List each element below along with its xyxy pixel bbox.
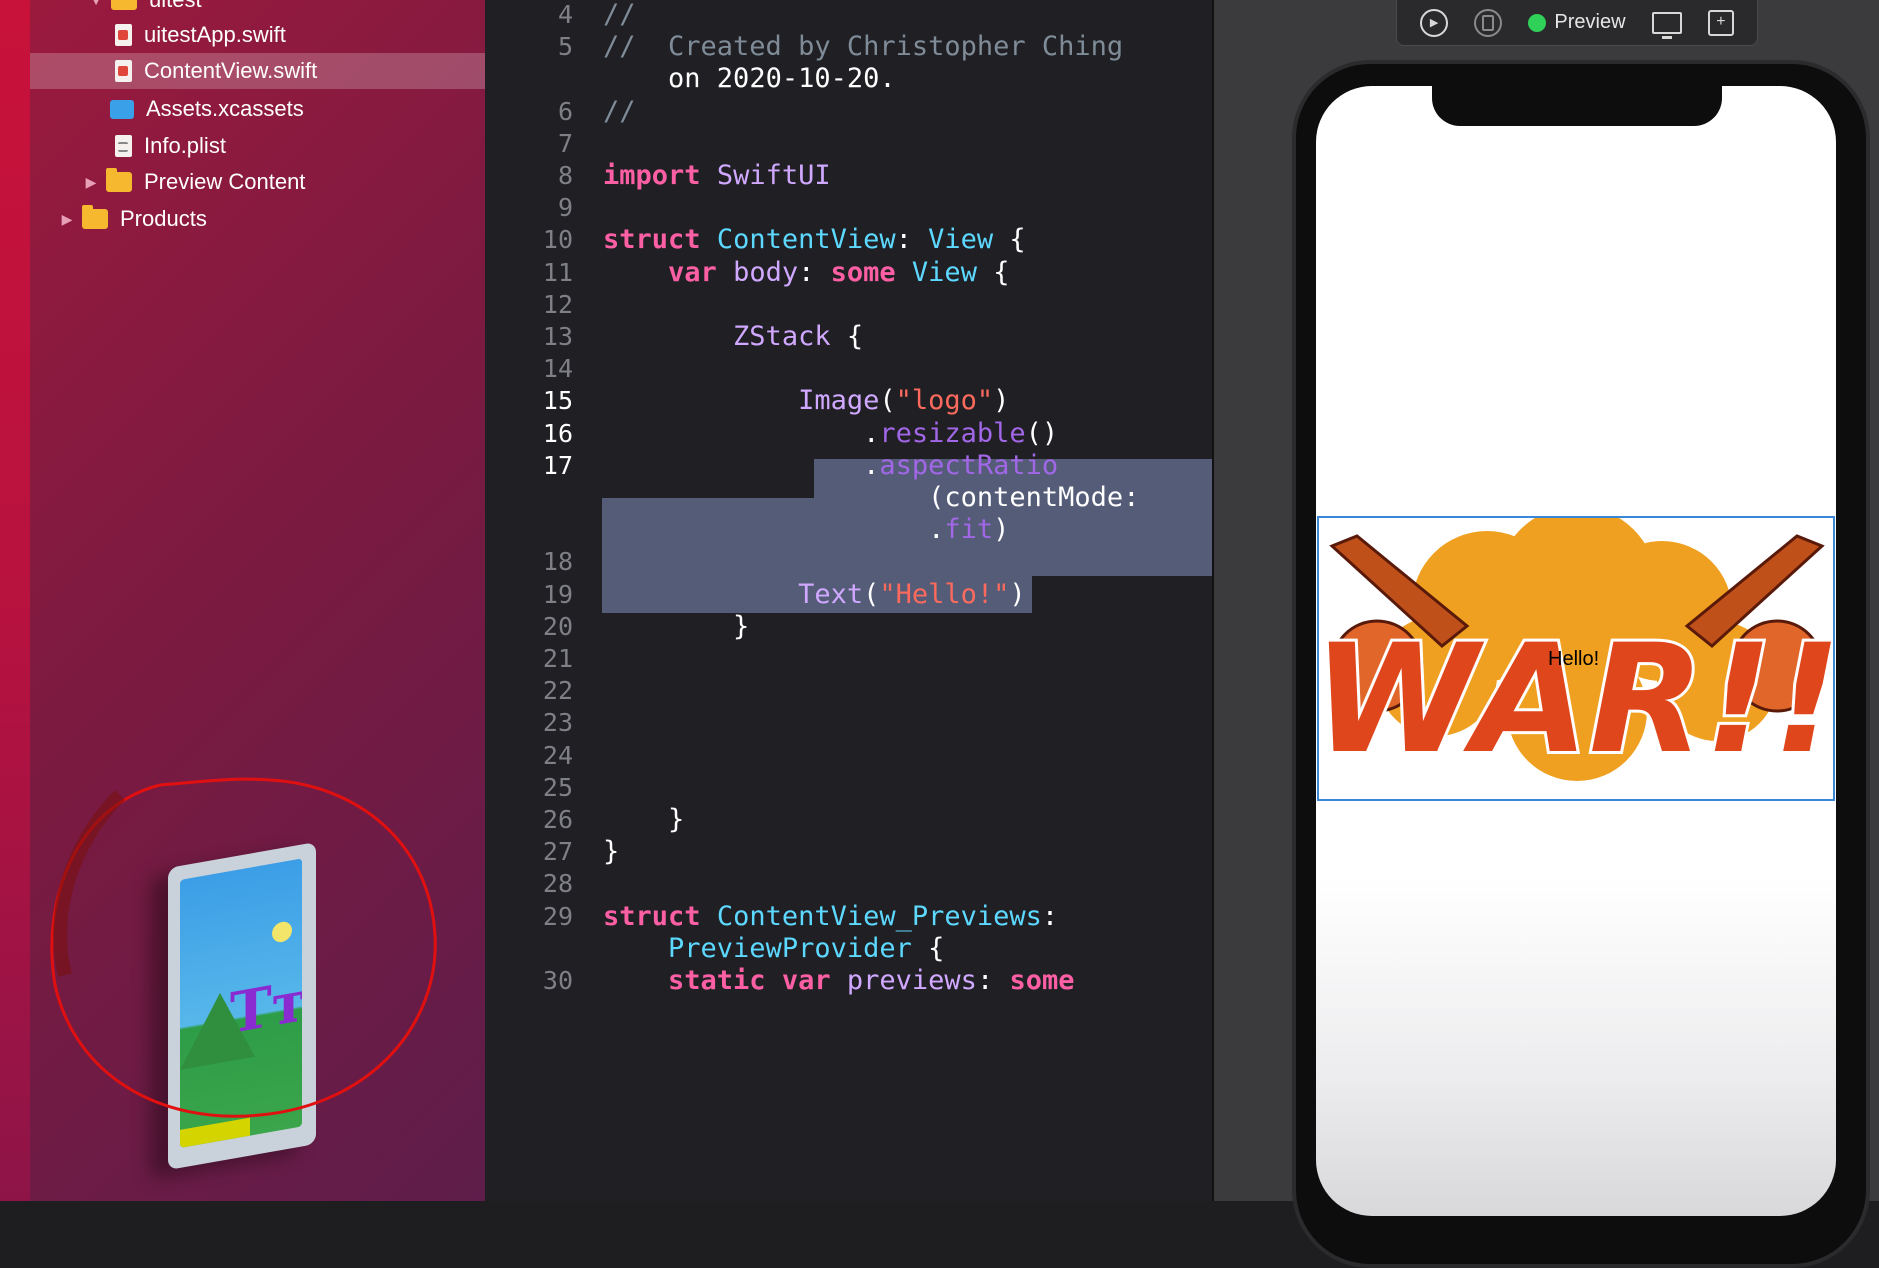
disclosure-closed-icon[interactable]: ▶ bbox=[80, 174, 102, 191]
swift-file-icon bbox=[115, 60, 132, 82]
nav-item-label: uitest bbox=[149, 0, 202, 13]
sidebar-edge bbox=[0, 0, 30, 1201]
device-icon bbox=[1474, 8, 1503, 37]
nav-item-label: uitestApp.swift bbox=[144, 22, 286, 47]
nav-item-preview-content[interactable]: ▶ Preview Content bbox=[80, 164, 305, 200]
plist-file-icon bbox=[115, 135, 132, 157]
device-notch bbox=[1432, 84, 1722, 126]
project-navigator: ▼ uitest uitestApp.swift ContentView.swi… bbox=[0, 0, 485, 1201]
folder-icon bbox=[82, 205, 108, 229]
nav-item-label: Products bbox=[120, 206, 207, 231]
asset-catalog-icon bbox=[110, 99, 134, 119]
hello-text[interactable]: Hello! bbox=[1548, 648, 1599, 671]
swift-file-icon bbox=[115, 24, 132, 46]
folder-icon bbox=[106, 168, 132, 192]
dragged-image-asset[interactable]: Tт bbox=[168, 841, 316, 1171]
nav-item-assets[interactable]: Assets.xcassets bbox=[110, 91, 304, 127]
nav-item-label: Assets.xcassets bbox=[146, 96, 304, 121]
nav-item-products[interactable]: ▶ Products bbox=[56, 201, 207, 237]
source-editor[interactable]: 4//5// Created by Christopher Ching on 2… bbox=[485, 0, 1214, 1201]
live-preview-button[interactable]: ▶ bbox=[1420, 8, 1449, 37]
duplicate-preview-button[interactable]: + bbox=[1707, 9, 1734, 36]
nav-item-contentview-swift[interactable]: ContentView.swift bbox=[30, 53, 485, 89]
disclosure-open-icon[interactable]: ▼ bbox=[85, 0, 107, 8]
nav-item-uitestapp-swift[interactable]: uitestApp.swift bbox=[115, 17, 485, 53]
nav-item-label: ContentView.swift bbox=[144, 58, 318, 83]
line-number: 30 bbox=[542, 966, 573, 995]
inspect-preview-button[interactable] bbox=[1651, 11, 1682, 39]
nav-item-label: Preview Content bbox=[144, 169, 306, 194]
nav-item-info-plist[interactable]: Info.plist bbox=[115, 128, 226, 164]
monitor-icon bbox=[1651, 11, 1682, 39]
code-text[interactable]: static var previews: some bbox=[603, 961, 1074, 1000]
nav-item-label: Info.plist bbox=[144, 133, 226, 158]
preview-status-button[interactable]: Preview bbox=[1528, 11, 1626, 34]
preview-label: Preview bbox=[1554, 11, 1626, 33]
play-icon: ▶ bbox=[1420, 8, 1449, 37]
code-line[interactable]: 30 static var previews: some bbox=[485, 961, 1214, 1000]
duplicate-icon: + bbox=[1707, 9, 1734, 36]
folder-icon bbox=[111, 0, 137, 10]
disclosure-closed-icon[interactable]: ▶ bbox=[56, 211, 78, 228]
image-thumbnail-icon: Tт bbox=[180, 858, 302, 1148]
live-dot-icon bbox=[1528, 13, 1547, 32]
nav-item-uitest-folder[interactable]: ▼ uitest bbox=[85, 0, 202, 18]
preview-on-device-button[interactable] bbox=[1474, 8, 1503, 37]
preview-toolbar: ▶ Preview + bbox=[1396, 0, 1758, 46]
text-glyph-icon: Tт bbox=[230, 967, 302, 1048]
